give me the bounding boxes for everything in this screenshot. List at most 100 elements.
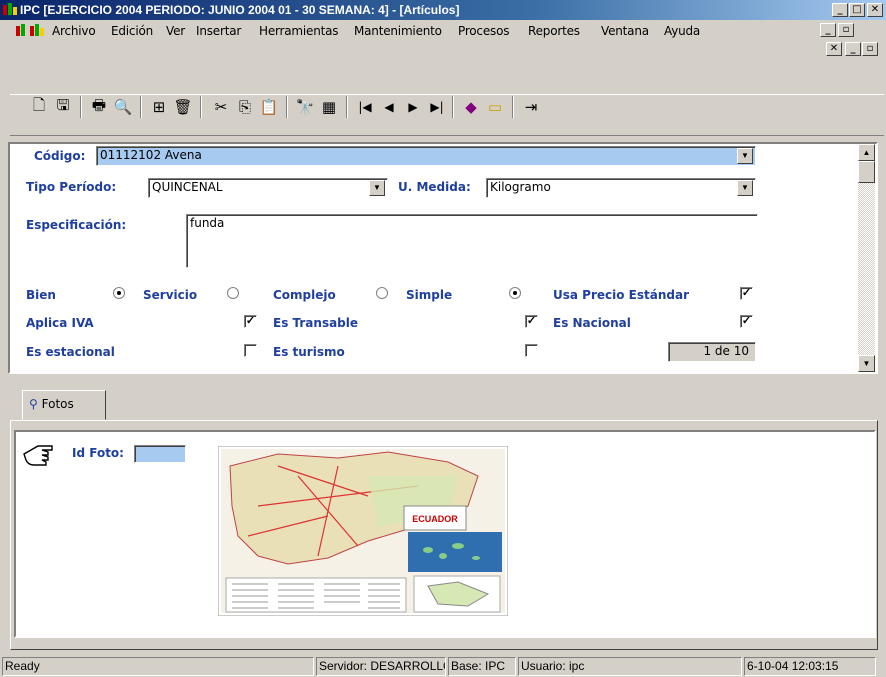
- es-turismo-label: Es turismo: [273, 345, 345, 359]
- folder-icon[interactable]: ▭: [484, 96, 506, 118]
- print-icon[interactable]: 🖶: [88, 96, 110, 118]
- tab-fotos[interactable]: ⚲ Fotos: [22, 390, 106, 420]
- paste-icon[interactable]: 📋: [258, 96, 280, 118]
- status-servidor: Servidor: DESARROLLO: [316, 657, 446, 676]
- delete-icon[interactable]: 🗑: [172, 96, 194, 118]
- toolbar-separator: [140, 96, 142, 118]
- tipo-periodo-dropdown-arrow[interactable]: ▼: [369, 180, 385, 196]
- complejo-label: Complejo: [273, 288, 336, 302]
- scroll-up-button[interactable]: ▲: [858, 144, 875, 161]
- simple-label: Simple: [406, 288, 453, 302]
- mdi-child-icon: [16, 24, 44, 36]
- toolbar-separator: [512, 96, 514, 118]
- codigo-label: Código:: [34, 149, 86, 163]
- bien-radio[interactable]: [113, 287, 125, 299]
- menu-ayuda[interactable]: Ayuda: [664, 24, 700, 38]
- status-datetime: 6-10-04 12:03:15: [744, 657, 876, 676]
- es-nacional-checkbox[interactable]: ✓: [740, 315, 753, 328]
- codigo-select[interactable]: 01112102 Avena: [96, 146, 756, 166]
- unidad-select[interactable]: Kilogramo: [486, 178, 756, 198]
- camera-icon: ⚲: [29, 397, 38, 411]
- new-icon[interactable]: 🗋: [28, 96, 50, 118]
- status-ready-text: Ready: [5, 659, 40, 673]
- cut-icon[interactable]: ✂: [210, 96, 232, 118]
- status-usuario-text: Usuario: ipc: [521, 659, 585, 673]
- maximize-button[interactable]: □: [849, 3, 865, 17]
- last-icon[interactable]: ▶|: [426, 96, 448, 118]
- menu-archivo[interactable]: Archivo: [52, 24, 96, 38]
- toolbar-separator: [286, 96, 288, 118]
- unidad-label: U. Medida:: [398, 180, 471, 194]
- find-icon[interactable]: 🔭: [294, 96, 316, 118]
- toolbar-separator: [80, 96, 82, 118]
- status-usuario: Usuario: ipc: [518, 657, 742, 676]
- menu-ventana[interactable]: Ventana: [601, 24, 649, 38]
- scroll-thumb[interactable]: [858, 161, 875, 183]
- record-counter: 1 de 10: [668, 342, 756, 362]
- es-turismo-checkbox[interactable]: [525, 344, 538, 357]
- aplica-iva-checkbox[interactable]: ✓: [244, 315, 257, 328]
- es-transable-label: Es Transable: [273, 316, 359, 330]
- usa-precio-checkbox[interactable]: ✓: [740, 287, 753, 300]
- child2-minimize-button[interactable]: _: [845, 42, 861, 56]
- window-title: IPC [EJERCICIO 2004 PERIODO: JUNIO 2004 …: [20, 3, 460, 17]
- child2-close-button[interactable]: ✕: [826, 42, 842, 56]
- menu-herramientas[interactable]: Herramientas: [259, 24, 339, 38]
- insert-icon[interactable]: ⊞: [148, 96, 170, 118]
- es-estacional-label: Es estacional: [26, 345, 115, 359]
- save-icon[interactable]: 🖫: [52, 96, 74, 118]
- menu-ver[interactable]: Ver: [166, 24, 185, 38]
- toolbar-separator: [200, 96, 202, 118]
- tab-fotos-label: Fotos: [41, 397, 74, 411]
- especificacion-label: Especificación:: [26, 218, 127, 232]
- complejo-radio[interactable]: [376, 287, 388, 299]
- scroll-down-button[interactable]: ▼: [858, 355, 875, 372]
- status-servidor-text: Servidor: DESARROLLO: [319, 659, 446, 673]
- filter-icon[interactable]: ▦: [318, 96, 340, 118]
- bien-label: Bien: [26, 288, 56, 302]
- next-icon[interactable]: ▶: [402, 96, 424, 118]
- menu-insertar[interactable]: Insertar: [196, 24, 241, 38]
- status-base: Base: IPC: [448, 657, 516, 676]
- toolbar-separator: [346, 96, 348, 118]
- minimize-button[interactable]: _: [832, 3, 848, 17]
- especificacion-textarea[interactable]: funda: [186, 214, 758, 268]
- close-button[interactable]: ✕: [867, 3, 883, 17]
- es-transable-checkbox[interactable]: ✓: [525, 315, 538, 328]
- menu-mantenimiento[interactable]: Mantenimiento: [354, 24, 442, 38]
- child-minimize-button[interactable]: _: [820, 23, 836, 37]
- especificacion-value: funda: [190, 216, 225, 230]
- id-foto-field[interactable]: [134, 445, 186, 463]
- servicio-label: Servicio: [143, 288, 198, 302]
- id-foto-label: Id Foto:: [72, 446, 124, 460]
- es-nacional-label: Es Nacional: [553, 316, 631, 330]
- codigo-dropdown-arrow[interactable]: ▼: [737, 148, 753, 164]
- map-title: ECUADOR: [412, 514, 458, 524]
- menu-procesos[interactable]: Procesos: [458, 24, 509, 38]
- book-icon[interactable]: ◆: [460, 96, 482, 118]
- copy-icon[interactable]: ⎘: [234, 96, 256, 118]
- print-preview-icon[interactable]: 🔍: [112, 96, 134, 118]
- menu-reportes[interactable]: Reportes: [528, 24, 580, 38]
- unidad-value: Kilogramo: [490, 180, 551, 194]
- tipo-periodo-select[interactable]: QUINCENAL: [148, 178, 388, 198]
- child2-restore-button[interactable]: ▫: [862, 42, 878, 56]
- status-base-text: Base: IPC: [451, 659, 506, 673]
- prev-icon[interactable]: ◀: [378, 96, 400, 118]
- menu-edicion[interactable]: Edición: [111, 24, 153, 38]
- status-datetime-text: 6-10-04 12:03:15: [747, 659, 839, 673]
- es-estacional-checkbox[interactable]: [244, 344, 257, 357]
- servicio-radio[interactable]: [227, 287, 239, 299]
- tipo-periodo-label: Tipo Período:: [26, 180, 117, 194]
- usa-precio-label: Usa Precio Estándar: [553, 288, 689, 302]
- map-photo: ECUADOR: [218, 446, 508, 616]
- pointing-hand-icon: [23, 445, 53, 466]
- simple-radio[interactable]: [509, 287, 521, 299]
- first-icon[interactable]: |◀: [354, 96, 376, 118]
- aplica-iva-label: Aplica IVA: [26, 316, 94, 330]
- exit-icon[interactable]: ⇥: [520, 96, 542, 118]
- codigo-value: 01112102 Avena: [100, 148, 202, 162]
- unidad-dropdown-arrow[interactable]: ▼: [737, 180, 753, 196]
- child-restore-button[interactable]: ▫: [838, 23, 854, 37]
- app-icon: [3, 3, 17, 15]
